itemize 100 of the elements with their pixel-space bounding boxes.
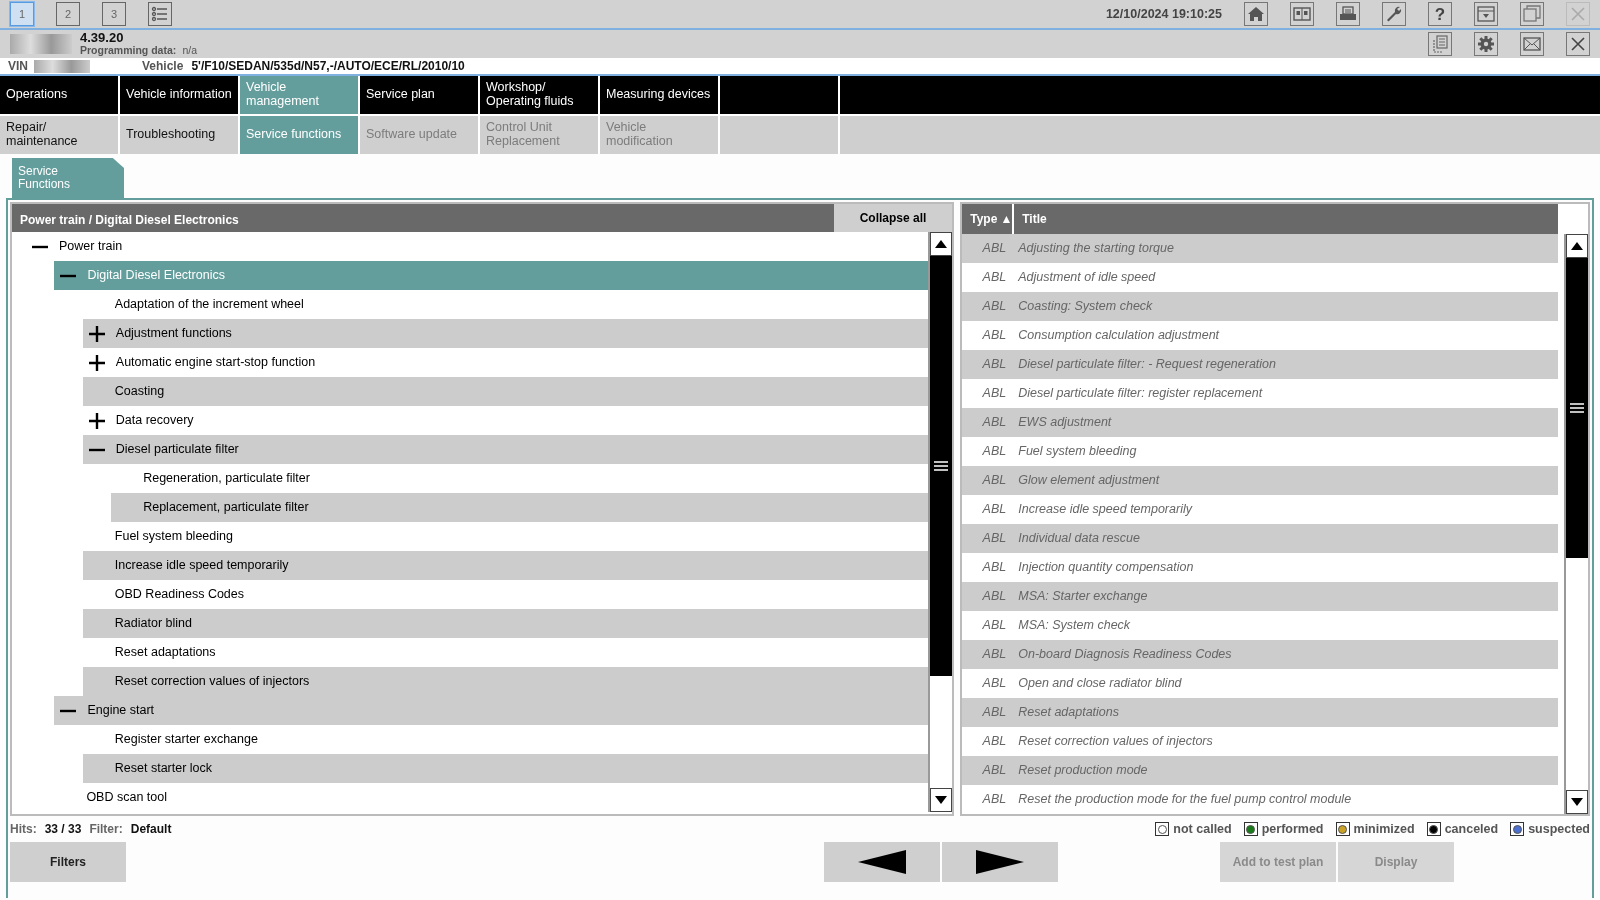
- tree-item[interactable]: Engine start: [54, 696, 928, 725]
- book-icon: [1293, 5, 1311, 23]
- table-cell-text: ABL: [981, 791, 1008, 809]
- expand-icon[interactable]: [87, 323, 106, 344]
- minimize-button[interactable]: [1474, 2, 1498, 26]
- scroll-down-button[interactable]: [1566, 790, 1588, 814]
- book-button[interactable]: [1290, 2, 1314, 26]
- hits-label: Hits:: [10, 821, 37, 838]
- window-icon: [1523, 5, 1541, 23]
- filter-label: Filter:: [89, 821, 123, 838]
- workspace-tab[interactable]: 2: [56, 2, 80, 26]
- scroll-thumb[interactable]: [930, 256, 952, 676]
- mail-button[interactable]: [1520, 32, 1544, 56]
- subnav-tab[interactable]: Repair/ maintenance: [0, 116, 118, 154]
- nav-tab[interactable]: Measuring devices: [600, 76, 718, 114]
- print-button[interactable]: [1336, 2, 1360, 26]
- scroll-up-button[interactable]: [930, 232, 952, 256]
- table-cell-text: ABL: [981, 443, 1008, 461]
- vin-label: VIN: [8, 58, 28, 75]
- table-cell-text: ABL: [981, 269, 1008, 287]
- expand-icon[interactable]: [87, 410, 106, 431]
- wrench-icon: [1385, 5, 1403, 23]
- hits-count: 33 / 33: [44, 821, 82, 838]
- close-icon: [1569, 5, 1587, 23]
- expand-icon[interactable]: [87, 352, 106, 373]
- subnav-tab[interactable]: Troubleshooting: [120, 116, 238, 154]
- nav-tab[interactable]: Vehicle information: [120, 76, 238, 114]
- settings-button[interactable]: [1474, 32, 1498, 56]
- table-cell-text: Increase idle speed temporarily: [1018, 501, 1192, 519]
- service-button[interactable]: [1382, 2, 1406, 26]
- table-cell-text: ABL: [981, 617, 1008, 635]
- list-view-button[interactable]: [148, 2, 172, 26]
- documents-icon: [1431, 35, 1449, 53]
- column-header[interactable]: Title: [1022, 210, 1047, 228]
- workspace-tab[interactable]: 1: [10, 2, 34, 26]
- collapse-all-button[interactable]: Collapse all: [834, 204, 952, 232]
- mail-icon: [1523, 35, 1541, 53]
- table-cell-text: Adjusting the starting torque: [1018, 240, 1174, 258]
- column-header[interactable]: Type: [970, 210, 998, 228]
- close-button[interactable]: [1566, 32, 1590, 56]
- table-cell-text: ABL: [981, 298, 1008, 316]
- filter-value: Default: [130, 821, 172, 838]
- table-cell-text: ABL: [981, 385, 1008, 403]
- table-cell-text: ABL: [981, 530, 1008, 548]
- table-cell-text: ABL: [981, 240, 1008, 258]
- list-icon: [151, 5, 169, 23]
- grip-icon: [934, 461, 948, 471]
- table-cell-text: ABL: [981, 675, 1008, 693]
- table-cell-text: EWS adjustment: [1018, 414, 1112, 432]
- grip-icon: [1570, 403, 1584, 413]
- table-cell-text: Reset the production mode for the fuel pump control module: [1018, 791, 1352, 809]
- legend-label: not called: [1173, 820, 1232, 838]
- workspace-tab[interactable]: 3: [102, 2, 126, 26]
- help-button[interactable]: ?: [1428, 2, 1452, 26]
- minimize-icon: [1477, 5, 1495, 23]
- home-button[interactable]: [1244, 2, 1268, 26]
- tree-item[interactable]: Coasting: [82, 377, 928, 406]
- action-button[interactable]: Filters: [10, 842, 126, 882]
- table-cell-text: Reset adaptations: [1018, 704, 1119, 722]
- scroll-down-button[interactable]: [930, 788, 952, 812]
- previous-button[interactable]: [824, 842, 940, 882]
- table-cell-text: ABL: [981, 414, 1008, 432]
- table-cell-text: Individual data rescue: [1018, 530, 1140, 548]
- tree-item[interactable]: Replacement, particulate filter: [111, 493, 928, 522]
- next-button[interactable]: [942, 842, 1058, 882]
- tree-item[interactable]: Radiator blind: [82, 609, 928, 638]
- documents-button[interactable]: [1428, 32, 1452, 56]
- programming-value: n/a: [182, 45, 198, 57]
- home-icon: [1247, 5, 1265, 23]
- table-cell-text: MSA: System check: [1018, 617, 1131, 635]
- version-number: 4.39.20: [80, 31, 125, 46]
- legend-label: performed: [1261, 820, 1324, 838]
- table-cell-text: ABL: [981, 646, 1008, 664]
- tree-item[interactable]: Reset starter lock: [82, 754, 928, 783]
- table-cell-text: ABL: [981, 704, 1008, 722]
- nav-tab[interactable]: Workshop/ Operating fluids: [480, 76, 598, 114]
- table-cell-text: ABL: [981, 472, 1008, 490]
- close-icon: [1569, 35, 1587, 53]
- legend-label: suspected: [1528, 820, 1590, 838]
- tree-item[interactable]: Adjustment functions: [82, 319, 928, 348]
- vehicle-value: 5'/F10/SEDAN/535d/N57,-/AUTO/ECE/RL/2010/10: [191, 58, 465, 75]
- scroll-up-button[interactable]: [1566, 234, 1588, 258]
- legend-label: canceled: [1444, 820, 1499, 838]
- tree-item[interactable]: Increase idle speed temporarily: [82, 551, 928, 580]
- scroll-thumb[interactable]: [1566, 258, 1588, 558]
- right-arrow-icon: [976, 850, 1024, 874]
- nav-tab[interactable]: Operations: [0, 76, 118, 114]
- down-arrow-icon: [1570, 797, 1584, 807]
- table-cell-text: ABL: [981, 501, 1008, 519]
- window-button[interactable]: [1520, 2, 1544, 26]
- breadcrumb-path: Power train / Digital Diesel Electronics: [19, 212, 240, 229]
- table-cell-text: ABL: [981, 356, 1008, 374]
- tree-item[interactable]: Diesel particulate filter: [82, 435, 928, 464]
- settings-icon: [1477, 35, 1495, 53]
- nav-tab[interactable]: Service plan: [360, 76, 478, 114]
- tree-item[interactable]: Reset correction values of injectors: [82, 667, 928, 696]
- table-cell-text: ABL: [981, 762, 1008, 780]
- sort-arrow[interactable]: ▲: [1000, 210, 1013, 228]
- table-cell-text: Fuel system bleeding: [1018, 443, 1137, 461]
- left-arrow-icon: [858, 850, 906, 874]
